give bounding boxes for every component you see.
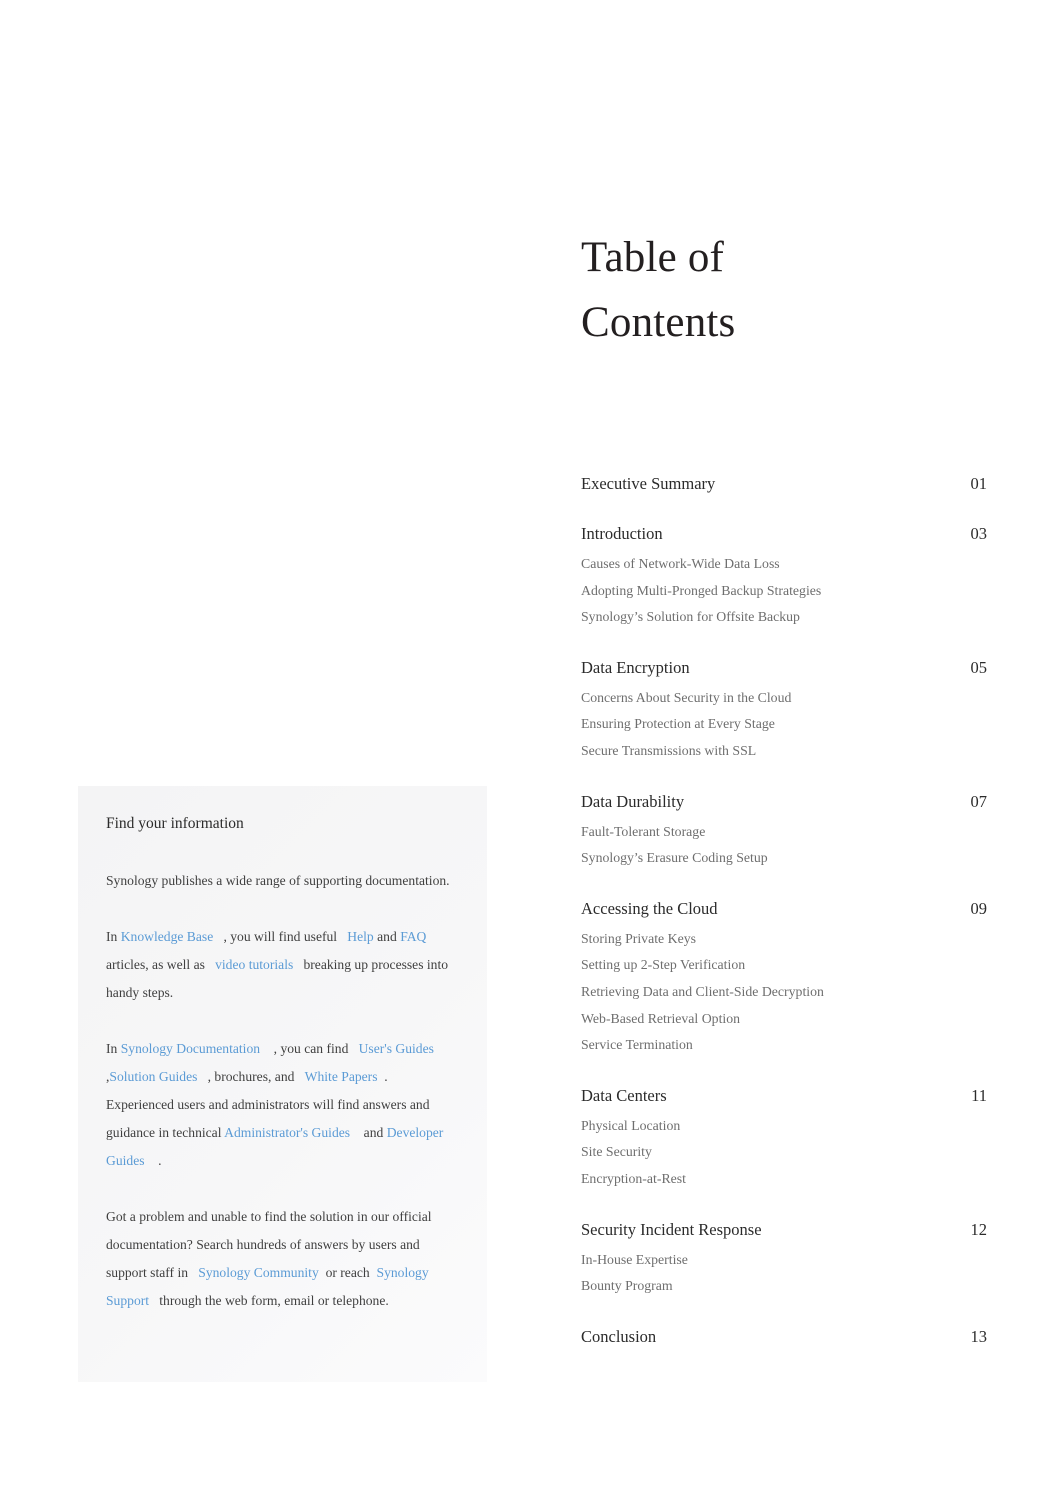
toc-subsection-item[interactable]: Encryption-at-Rest xyxy=(581,1166,987,1193)
text-fragment: , you can find xyxy=(273,1041,349,1056)
table-of-contents: Table of Contents Executive Summary 01 Int… xyxy=(581,225,987,1346)
page-title-line-2: Contents xyxy=(581,299,736,346)
text-fragment: In xyxy=(106,1041,118,1056)
toc-subsection-item[interactable]: Synology’s Solution for Offsite Backup xyxy=(581,604,987,631)
link-synology-documentation[interactable]: Synology Documentation xyxy=(121,1041,274,1056)
toc-section: Data Encryption 05 Concerns About Security… xyxy=(581,654,987,765)
toc-page-number: 03 xyxy=(970,524,988,543)
text-fragment: . xyxy=(158,1153,162,1168)
toc-subsection-item[interactable]: Bounty Program xyxy=(581,1273,987,1300)
toc-section-row[interactable]: Data Durability 07 xyxy=(581,788,987,815)
toc-section-title: Data Encryption xyxy=(581,657,690,677)
page-title-line-1: Table of xyxy=(581,234,725,281)
toc-page-number: 09 xyxy=(970,898,988,918)
toc-subsection-list: Storing Private Keys Setting up 2-Step Ve… xyxy=(581,926,987,1059)
info-card-paragraph-support: Got a problem and unable to find the sol… xyxy=(106,1203,459,1315)
toc-section-row[interactable]: Conclusion 13 xyxy=(581,1323,987,1350)
toc-page-number: 01 xyxy=(970,474,988,493)
info-card-title: Find your information xyxy=(106,815,244,832)
toc-section: Conclusion 13 xyxy=(581,1323,987,1350)
toc-subsection-item[interactable]: Concerns About Security in the Cloud xyxy=(581,685,987,712)
toc-section-title: Conclusion xyxy=(581,1326,657,1346)
toc-subsection-list: Physical Location Site Security Encryption… xyxy=(581,1113,987,1193)
toc-subsection-list: Fault-Tolerant Storage Synology’s Erasure… xyxy=(581,819,987,872)
toc-section-list: Executive Summary 01 Introduction 03 Causes … xyxy=(581,470,987,1373)
link-users-guides[interactable]: User's Guides xyxy=(352,1041,434,1056)
toc-page-number: 13 xyxy=(970,1326,988,1346)
text-fragment: In xyxy=(106,929,118,944)
toc-subsection-item[interactable]: In-House Expertise xyxy=(581,1247,987,1274)
link-white-papers[interactable]: White Papers xyxy=(298,1069,384,1084)
toc-section-title: Data Centers xyxy=(581,1085,667,1105)
toc-subsection-item[interactable]: Fault-Tolerant Storage xyxy=(581,819,987,846)
text-fragment: , you will find useful xyxy=(223,929,338,944)
toc-subsection-list: Concerns About Security in the Cloud Ensu… xyxy=(581,685,987,765)
toc-subsection-item[interactable]: Storing Private Keys xyxy=(581,926,987,953)
link-help[interactable]: Help xyxy=(341,929,373,944)
text-fragment: and xyxy=(377,929,397,944)
toc-subsection-list: Causes of Network-Wide Data Loss Adopting… xyxy=(581,551,987,631)
toc-subsection-item[interactable]: Setting up 2-Step Verification xyxy=(581,952,987,979)
text-fragment: or reach xyxy=(325,1265,370,1280)
toc-page-number: 07 xyxy=(970,791,988,811)
info-card-paragraph-documentation: In Synology Documentation, you can find … xyxy=(106,1035,459,1175)
link-knowledge-base[interactable]: Knowledge Base xyxy=(121,929,224,944)
link-video-tutorials[interactable]: video tutorials xyxy=(208,957,303,972)
toc-section-row[interactable]: Security Incident Response 12 xyxy=(581,1216,987,1243)
toc-section: Executive Summary 01 xyxy=(581,470,987,497)
page-title: Table of Contents xyxy=(581,225,987,355)
text-fragment: through the web form, email or telephone… xyxy=(159,1293,389,1308)
link-synology-community[interactable]: Synology Community xyxy=(191,1265,318,1280)
toc-section: Data Centers 11 Physical Location Site Secu… xyxy=(581,1082,987,1193)
toc-section-title: Security Incident Response xyxy=(581,1219,762,1239)
toc-subsection-item[interactable]: Ensuring Protection at Every Stage xyxy=(581,711,987,738)
text-fragment: , brochures, and xyxy=(207,1069,295,1084)
toc-section-title: Introduction xyxy=(581,524,663,543)
toc-subsection-item[interactable]: Service Termination xyxy=(581,1032,987,1059)
toc-subsection-list: In-House Expertise Bounty Program xyxy=(581,1247,987,1300)
toc-section: Accessing the Cloud 09 Storing Private Key… xyxy=(581,895,987,1059)
toc-subsection-item[interactable]: Web-Based Retrieval Option xyxy=(581,1006,987,1033)
toc-section-title: Executive Summary xyxy=(581,474,716,493)
find-your-information-card: Find your information Synology publishes… xyxy=(78,786,487,1382)
toc-section-row[interactable]: Data Centers 11 xyxy=(581,1082,987,1109)
toc-section: Data Durability 07 Fault-Tolerant Storage S… xyxy=(581,788,987,872)
toc-subsection-item[interactable]: Retrieving Data and Client-Side Decrypti… xyxy=(581,979,987,1006)
toc-section-title: Accessing the Cloud xyxy=(581,898,718,918)
toc-section-title: Data Durability xyxy=(581,791,685,811)
toc-section-row[interactable]: Accessing the Cloud 09 xyxy=(581,895,987,922)
link-administrators-guides[interactable]: Administrator's Guides xyxy=(224,1125,364,1140)
info-card-paragraph-knowledge-base: In Knowledge Base, you will find useful … xyxy=(106,923,459,1007)
toc-subsection-item[interactable]: Physical Location xyxy=(581,1113,987,1140)
info-card-paragraph-intro: Synology publishes a wide range of suppo… xyxy=(106,873,450,888)
toc-subsection-item[interactable]: Secure Transmissions with SSL xyxy=(581,738,987,765)
toc-section-row[interactable]: Executive Summary 01 xyxy=(581,470,987,497)
link-solution-guides[interactable]: Solution Guides xyxy=(109,1069,207,1084)
toc-subsection-item[interactable]: Causes of Network-Wide Data Loss xyxy=(581,551,987,578)
link-faq[interactable]: FAQ xyxy=(400,929,426,944)
text-fragment: articles, as well as xyxy=(106,957,205,972)
toc-section: Introduction 03 Causes of Network-Wide Dat… xyxy=(581,520,987,631)
toc-page-number: 11 xyxy=(971,1085,987,1105)
toc-page-number: 05 xyxy=(970,657,988,677)
toc-section-row[interactable]: Data Encryption 05 xyxy=(581,654,987,681)
toc-section: Security Incident Response 12 In-House Exp… xyxy=(581,1216,987,1300)
toc-section-row[interactable]: Introduction 03 xyxy=(581,520,987,547)
document-page: Table of Contents Executive Summary 01 Int… xyxy=(0,0,1062,1505)
text-fragment: and xyxy=(363,1125,384,1140)
toc-page-number: 12 xyxy=(970,1219,988,1239)
toc-subsection-item[interactable]: Synology’s Erasure Coding Setup xyxy=(581,845,987,872)
toc-subsection-item[interactable]: Site Security xyxy=(581,1139,987,1166)
toc-subsection-item[interactable]: Adopting Multi-Pronged Backup Strategies xyxy=(581,578,987,605)
